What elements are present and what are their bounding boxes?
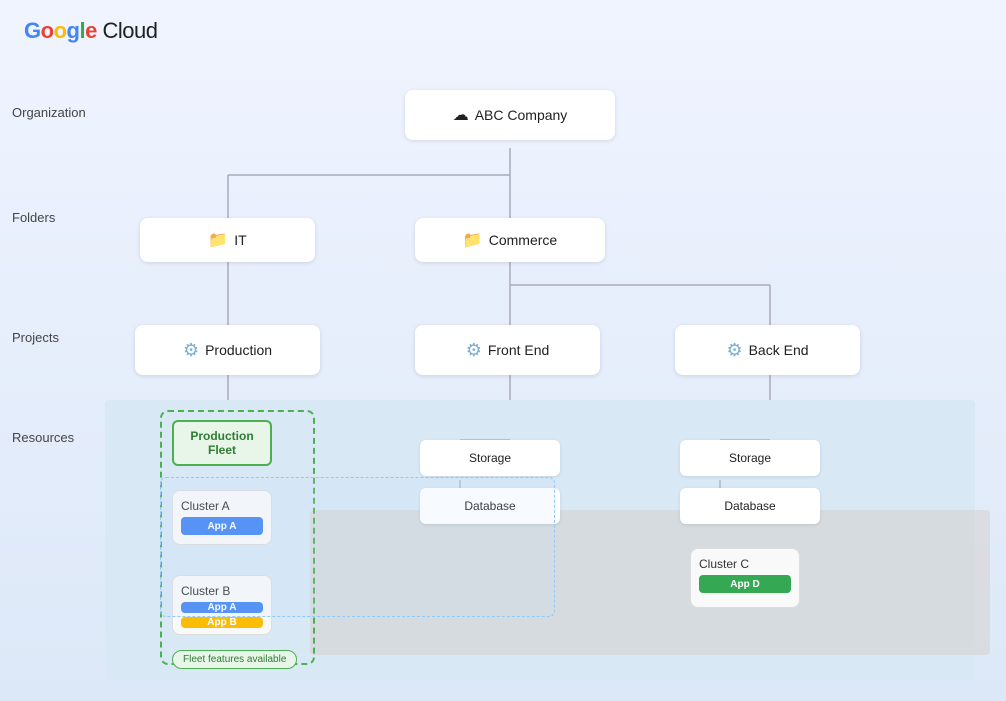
- page: Google Cloud Organization Folders Projec…: [0, 0, 1006, 701]
- it-node: 📁 IT: [140, 218, 315, 262]
- app-d-badge-cluster-c: App D: [699, 575, 791, 593]
- label-projects: Projects: [12, 330, 59, 345]
- label-organization: Organization: [12, 105, 86, 120]
- google-cloud-logo: Google Cloud: [24, 18, 157, 44]
- app-b-badge-cluster-b: App B: [181, 617, 263, 628]
- commerce-node: 📁 Commerce: [415, 218, 605, 262]
- folder-icon-commerce: 📁: [463, 230, 483, 250]
- frontend-storage: Storage: [420, 440, 560, 476]
- inner-dashed-resources: [160, 477, 555, 617]
- backend-storage: Storage: [680, 440, 820, 476]
- project-icon-backend: ⚙: [726, 340, 742, 361]
- org-node: ☁ ABC Company: [405, 90, 615, 140]
- folder-icon-it: 📁: [208, 230, 228, 250]
- production-fleet-label: Production Fleet: [172, 420, 272, 466]
- cluster-c-box: Cluster C App D: [690, 548, 800, 608]
- backend-node: ⚙ Back End: [675, 325, 860, 375]
- backend-database: Database: [680, 488, 820, 524]
- label-folders: Folders: [12, 210, 55, 225]
- project-icon-frontend: ⚙: [466, 340, 482, 361]
- project-icon-production: ⚙: [183, 340, 199, 361]
- frontend-node: ⚙ Front End: [415, 325, 600, 375]
- fleet-features-badge: Fleet features available: [172, 650, 297, 669]
- cloud-icon: ☁: [453, 105, 469, 125]
- label-resources: Resources: [12, 430, 74, 445]
- fleet-label-text: Production Fleet: [190, 429, 253, 457]
- header: Google Cloud: [0, 0, 1006, 44]
- production-node: ⚙ Production: [135, 325, 320, 375]
